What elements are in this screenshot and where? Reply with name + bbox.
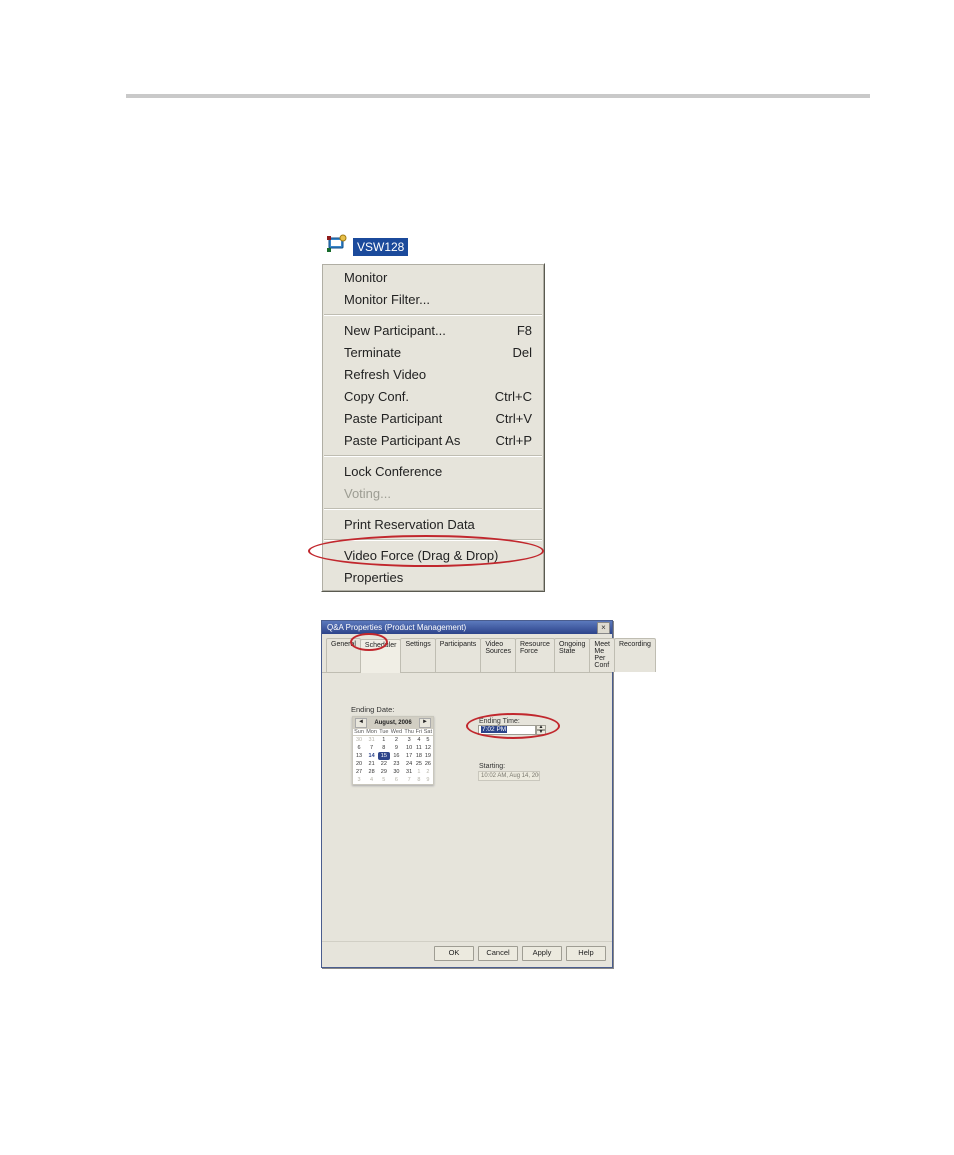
- tab-settings[interactable]: Settings: [400, 638, 435, 672]
- cal-month-label: August, 2006: [374, 720, 411, 726]
- menu-paste-participant[interactable]: Paste ParticipantCtrl+V: [322, 408, 544, 430]
- context-menu-figure: VSW128 Monitor Monitor Filter... New Par…: [321, 232, 545, 592]
- close-button[interactable]: ×: [597, 622, 610, 634]
- properties-dialog-figure: Q&A Properties (Product Management) × Ge…: [321, 620, 613, 968]
- menu-lock-conference[interactable]: Lock Conference: [322, 461, 544, 483]
- ending-date-label: Ending Date:: [351, 705, 394, 714]
- menu-new-participant[interactable]: New Participant...F8: [322, 320, 544, 342]
- tab-scheduler[interactable]: Scheduler: [360, 639, 402, 673]
- dialog-title: Q&A Properties (Product Management): [327, 623, 597, 632]
- cal-prev-button[interactable]: ◄: [355, 718, 367, 728]
- ending-time-input[interactable]: 7:02 PM: [478, 725, 536, 735]
- tab-participants[interactable]: Participants: [435, 638, 482, 672]
- context-menu: Monitor Monitor Filter... New Participan…: [321, 263, 545, 592]
- tab-general[interactable]: General: [326, 638, 361, 672]
- tab-resource-force[interactable]: Resource Force: [515, 638, 555, 672]
- starting-value: 10:02 AM, Aug 14, 2006: [478, 771, 540, 781]
- tab-video-sources[interactable]: Video Sources: [480, 638, 516, 672]
- menu-video-force[interactable]: Video Force (Drag & Drop): [322, 545, 544, 567]
- cancel-button[interactable]: Cancel: [478, 946, 518, 961]
- menu-refresh-video[interactable]: Refresh Video: [322, 364, 544, 386]
- tab-recording[interactable]: Recording: [614, 638, 656, 672]
- menu-print-reservation[interactable]: Print Reservation Data: [322, 514, 544, 536]
- menu-terminate[interactable]: TerminateDel: [322, 342, 544, 364]
- selected-item-label[interactable]: VSW128: [353, 238, 408, 256]
- dialog-titlebar: Q&A Properties (Product Management) ×: [322, 621, 612, 634]
- ok-button[interactable]: OK: [434, 946, 474, 961]
- help-button[interactable]: Help: [566, 946, 606, 961]
- calendar[interactable]: ◄ August, 2006 ► SunMonTueWedThuFriSat 3…: [352, 716, 434, 785]
- conference-icon: [325, 232, 349, 261]
- menu-properties[interactable]: Properties: [322, 567, 544, 589]
- ending-time-spinner[interactable]: ▲▼: [536, 725, 546, 735]
- menu-monitor[interactable]: Monitor: [322, 267, 544, 289]
- calendar-body: 303112345 6789101112 13141516171819 2021…: [353, 736, 433, 785]
- dialog-body: Ending Date: ◄ August, 2006 ► SunMonTueW…: [322, 673, 612, 941]
- properties-dialog: Q&A Properties (Product Management) × Ge…: [321, 620, 613, 968]
- ending-time-label: Ending Time:: [479, 718, 520, 725]
- apply-button[interactable]: Apply: [522, 946, 562, 961]
- cal-next-button[interactable]: ►: [419, 718, 431, 728]
- starting-label: Starting:: [479, 763, 505, 770]
- tab-meet-me-per-conf[interactable]: Meet Me Per Conf: [589, 638, 615, 672]
- menu-monitor-filter[interactable]: Monitor Filter...: [322, 289, 544, 311]
- page-header-rule: [126, 94, 870, 98]
- menu-copy-conf[interactable]: Copy Conf.Ctrl+C: [322, 386, 544, 408]
- tab-ongoing-state[interactable]: Ongoing State: [554, 638, 590, 672]
- calendar-grid: SunMonTueWedThuFriSat 303112345 67891011…: [353, 729, 433, 784]
- dialog-button-bar: OK Cancel Apply Help: [322, 941, 612, 967]
- menu-paste-participant-as[interactable]: Paste Participant AsCtrl+P: [322, 430, 544, 452]
- menu-voting: Voting...: [322, 483, 544, 505]
- dialog-tabs: General Scheduler Settings Participants …: [322, 634, 612, 673]
